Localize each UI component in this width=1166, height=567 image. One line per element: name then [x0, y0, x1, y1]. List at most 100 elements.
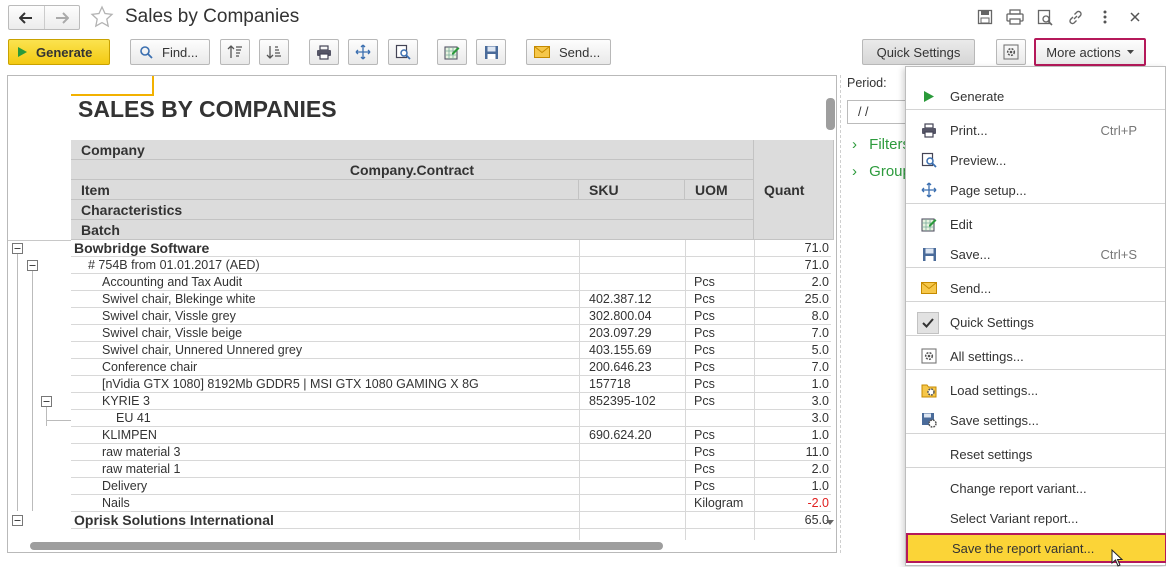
expand-groups-button[interactable] — [259, 39, 289, 65]
table-row[interactable]: Conference chair 200.646.23 Pcs 7.0 — [71, 359, 831, 376]
horizontal-scrollbar-thumb[interactable] — [30, 542, 663, 550]
collapse-toggle-icon[interactable] — [27, 260, 38, 271]
page-setup-button[interactable] — [348, 39, 378, 65]
header-quantity-label: Quant — [764, 181, 805, 198]
report-spreadsheet[interactable]: SALES BY COMPANIES Company Company.Contr… — [7, 75, 837, 553]
grouping-toggle[interactable]: › Group — [852, 163, 911, 180]
toolbar-preview-button[interactable] — [388, 39, 418, 65]
table-row[interactable]: Nails Kilogram -2.0 — [71, 495, 831, 512]
menu-item-quick-settings[interactable]: Quick Settings — [906, 308, 1165, 336]
more-actions-button[interactable]: More actions — [1034, 38, 1146, 66]
header-contract: Company.Contract — [71, 160, 754, 180]
menu-item-label: All settings... — [950, 348, 1024, 364]
cell-qty: 3.0 — [811, 411, 829, 425]
header-uom: UOM — [685, 180, 754, 200]
send-button[interactable]: Send... — [526, 39, 611, 65]
edit-icon — [919, 215, 939, 233]
find-button[interactable]: Find... — [130, 39, 210, 65]
tree-line — [17, 254, 18, 511]
menu-item-label: Send... — [950, 280, 992, 296]
scroll-down-icon[interactable] — [826, 520, 834, 526]
cell-qty: -2.0 — [807, 496, 829, 510]
menu-item-change-report-variant[interactable]: Change report variant... — [906, 474, 1165, 502]
cell-uom: Pcs — [694, 479, 715, 493]
header-characteristics: Characteristics — [71, 200, 754, 220]
link-icon[interactable] — [1065, 7, 1085, 27]
menu-item-preview[interactable]: Preview... — [906, 146, 1165, 174]
table-row[interactable]: [nVidia GTX 1080] 8192Mb GDDR5 | MSI GTX… — [71, 376, 831, 393]
table-row[interactable]: Swivel chair, Vissle beige 203.097.29 Pcs 7… — [71, 325, 831, 342]
table-row[interactable]: raw material 3 Pcs 11.0 — [71, 444, 831, 461]
forward-button[interactable] — [43, 6, 80, 29]
close-icon[interactable] — [1125, 7, 1145, 27]
print-icon — [919, 121, 939, 139]
print-icon[interactable] — [1005, 7, 1025, 27]
active-cell[interactable] — [71, 76, 154, 96]
menu-item-shortcut: Ctrl+P — [1100, 122, 1137, 138]
back-button[interactable] — [9, 6, 44, 29]
cell-name: Conference chair — [102, 360, 198, 374]
tree-line — [32, 271, 33, 511]
chevron-down-icon — [1126, 50, 1134, 54]
cell-uom: Pcs — [694, 377, 715, 391]
menu-item-save[interactable]: Save... Ctrl+S — [906, 240, 1165, 268]
cell-sku: 403.155.69 — [589, 343, 652, 357]
generate-button[interactable]: Generate — [8, 39, 110, 65]
cell-sku: 200.646.23 — [589, 360, 652, 374]
cell-qty: 5.0 — [811, 343, 829, 357]
table-row[interactable]: Accounting and Tax Audit Pcs 2.0 — [71, 274, 831, 291]
table-row[interactable]: raw material 1 Pcs 2.0 — [71, 461, 831, 478]
menu-item-all-settings[interactable]: All settings... — [906, 342, 1165, 370]
menu-item-select-variant-report[interactable]: Select Variant report... — [906, 504, 1165, 532]
cell-name: KLIMPEN — [102, 428, 157, 442]
menu-item-reset-settings[interactable]: Reset settings — [906, 440, 1165, 468]
menu-item-print[interactable]: Print... Ctrl+P — [906, 116, 1165, 144]
toolbar-save-button[interactable] — [476, 39, 506, 65]
collapse-toggle-icon[interactable] — [12, 243, 23, 254]
cell-uom: Pcs — [694, 445, 715, 459]
quick-settings-button[interactable]: Quick Settings — [862, 39, 975, 65]
collapse-groups-button[interactable] — [220, 39, 250, 65]
cell-uom: Pcs — [694, 343, 715, 357]
table-row[interactable]: EU 41 3.0 — [71, 410, 831, 427]
quick-settings-label: Quick Settings — [876, 44, 961, 60]
table-row[interactable]: KLIMPEN 690.624.20 Pcs 1.0 — [71, 427, 831, 444]
collapse-toggle-icon[interactable] — [41, 396, 52, 407]
filters-toggle[interactable]: › Filters — [852, 136, 910, 153]
table-row[interactable]: Swivel chair, Unnered Unnered grey 403.15… — [71, 342, 831, 359]
cell-qty: 2.0 — [811, 275, 829, 289]
cell-name: [nVidia GTX 1080] 8192Mb GDDR5 | MSI GTX… — [102, 377, 479, 391]
preview-icon[interactable] — [1035, 7, 1055, 27]
favorite-star-icon[interactable] — [90, 5, 114, 29]
page-setup-icon — [355, 44, 371, 60]
more-vertical-icon[interactable] — [1095, 7, 1115, 27]
save-icon[interactable] — [975, 7, 995, 27]
menu-item-generate[interactable]: Generate — [906, 82, 1165, 110]
sort-ascending-icon — [227, 44, 243, 60]
edit-button[interactable] — [437, 39, 467, 65]
menu-item-load-settings[interactable]: Load settings... — [906, 376, 1165, 404]
menu-item-label: Select Variant report... — [950, 510, 1079, 526]
cell-sku: 203.097.29 — [589, 326, 652, 340]
menu-item-send[interactable]: Send... — [906, 274, 1165, 302]
settings-button[interactable] — [996, 39, 1026, 65]
cell-sku: 402.387.12 — [589, 292, 652, 306]
table-row[interactable]: Delivery Pcs 1.0 — [71, 478, 831, 495]
group-row[interactable]: Bowbridge Software 71.0 — [71, 240, 831, 257]
table-row[interactable]: # 754B from 01.01.2017 (AED) 71.0 — [71, 257, 831, 274]
menu-item-edit[interactable]: Edit — [906, 210, 1165, 238]
table-row[interactable]: Swivel chair, Blekinge white 402.387.12 Pc… — [71, 291, 831, 308]
menu-item-label: Save... — [950, 246, 991, 262]
vertical-scrollbar-thumb[interactable] — [826, 98, 835, 130]
toolbar-print-button[interactable] — [309, 39, 339, 65]
menu-item-save-the-report-variant[interactable]: Save the report variant... — [906, 533, 1166, 563]
menu-item-page-setup[interactable]: Page setup... — [906, 176, 1165, 204]
search-icon — [140, 45, 153, 59]
table-row[interactable]: KYRIE 3 852395-102 Pcs 3.0 — [71, 393, 831, 410]
collapse-toggle-icon[interactable] — [12, 515, 23, 526]
menu-item-shortcut: Ctrl+S — [1100, 246, 1137, 262]
table-row[interactable]: Swivel chair, Vissle grey 302.800.04 Pcs 8.… — [71, 308, 831, 325]
menu-item-save-settings[interactable]: Save settings... — [906, 406, 1165, 434]
header-company-label: Company — [81, 141, 145, 158]
group-row[interactable]: Oprisk Solutions International 65.0 — [71, 512, 831, 529]
